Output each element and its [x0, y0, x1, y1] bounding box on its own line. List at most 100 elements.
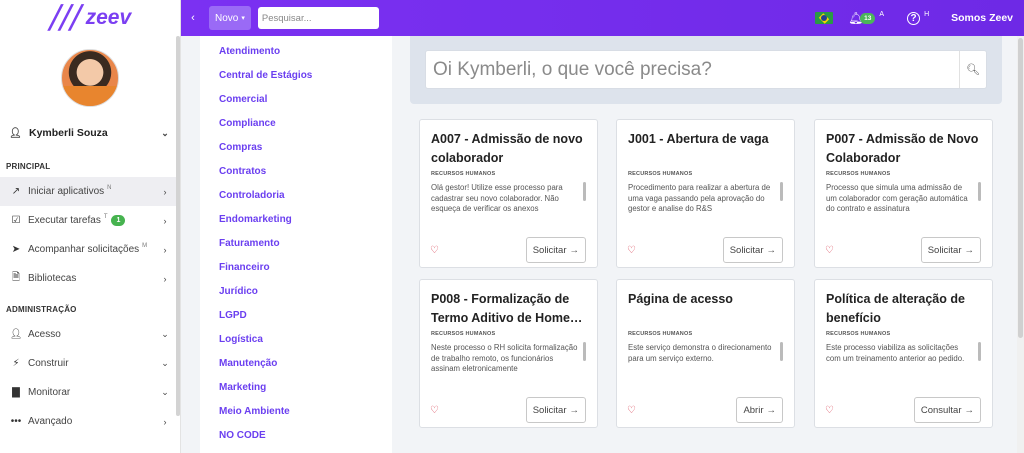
card-department: RECURSOS HUMANOS	[431, 171, 496, 177]
category-item[interactable]: Atendimento	[200, 40, 392, 64]
page-scrollbar[interactable]	[1017, 36, 1024, 453]
service-search: 🔍︎	[425, 50, 987, 89]
card-action-button[interactable]: Solicitar →	[722, 237, 783, 263]
favorite-heart-icon[interactable]: ♡	[825, 245, 834, 256]
brazil-flag-icon[interactable]	[815, 12, 834, 24]
notification-count-badge: 13	[860, 12, 876, 24]
service-card[interactable]: Política de alteração de benefício RECUR…	[814, 279, 993, 428]
sidebar-item-bibliotecas[interactable]: 🗎︎ Bibliotecas ›	[0, 264, 180, 293]
sidebar-item-label: Bibliotecas	[28, 273, 77, 284]
card-title: J001 - Abertura de vaga	[628, 132, 769, 146]
category-item[interactable]: Manutenção	[200, 352, 392, 376]
bolt-icon: ⚡︎	[12, 358, 20, 369]
chevron-right-icon: ›	[163, 244, 167, 255]
arrow-right-icon: →	[569, 244, 580, 256]
card-description: Procedimento para realizar a abertura de…	[628, 183, 771, 214]
chevron-down-icon: ⌄	[161, 329, 169, 339]
service-card[interactable]: A007 - Admissão de novo colaborador RECU…	[419, 119, 598, 268]
sidebar-item-acompanhar-solicitacoes[interactable]: ➤ Acompanhar solicitações M ›	[0, 235, 180, 264]
sidebar-item-label: Monitorar	[28, 387, 71, 398]
global-search-input[interactable]	[257, 7, 379, 29]
category-item[interactable]: Financeiro	[200, 256, 392, 280]
description-scrollbar[interactable]	[583, 182, 586, 201]
rocket-icon: ↗	[11, 186, 21, 197]
section-principal: PRINCIPAL	[6, 162, 51, 171]
sidebar-item-monitorar[interactable]: ▇ Monitorar ⌄	[0, 378, 180, 407]
novo-button[interactable]: Novo ▾	[209, 6, 251, 30]
category-item[interactable]: Controladoria	[200, 184, 392, 208]
chevron-right-icon: ›	[163, 186, 167, 197]
card-description: Neste processo o RH solicita formalizaçã…	[431, 343, 578, 374]
description-scrollbar[interactable]	[978, 182, 981, 201]
description-scrollbar[interactable]	[780, 182, 783, 201]
card-description: Processo que simula uma admissão de um c…	[826, 183, 968, 214]
card-action-button[interactable]: Abrir →	[736, 397, 783, 423]
card-department: RECURSOS HUMANOS	[826, 171, 891, 177]
favorite-heart-icon[interactable]: ♡	[627, 245, 636, 256]
collapse-sidebar-icon[interactable]: ‹	[182, 12, 204, 24]
service-card[interactable]: Página de acesso RECURSOS HUMANOS Este s…	[616, 279, 795, 428]
card-action-button[interactable]: Solicitar →	[920, 237, 981, 263]
favorite-heart-icon[interactable]: ♡	[430, 245, 439, 256]
help-icon[interactable]: ?	[907, 11, 921, 25]
service-card[interactable]: P008 - Formalização de Termo Aditivo de …	[419, 279, 598, 428]
favorite-heart-icon[interactable]: ♡	[430, 405, 439, 416]
description-scrollbar[interactable]	[978, 342, 981, 361]
category-item[interactable]: Jurídico	[200, 280, 392, 304]
user-menu[interactable]: 👤︎ Kymberli Souza ⌄	[0, 122, 180, 144]
section-administracao: ADMINISTRAÇÃO	[6, 305, 77, 314]
category-item[interactable]: Comercial	[200, 88, 392, 112]
favorite-heart-icon[interactable]: ♡	[825, 405, 834, 416]
sidebar-item-construir[interactable]: ⚡︎ Construir ⌄	[0, 349, 180, 378]
card-department: RECURSOS HUMANOS	[628, 171, 693, 177]
card-title: Página de acesso	[628, 292, 733, 306]
sidebar-item-acesso[interactable]: 👤︎ Acesso ⌄	[0, 320, 180, 349]
category-item[interactable]: Logística	[200, 328, 392, 352]
card-description: Este serviço demonstra o direcionamento …	[628, 343, 772, 363]
document-icon: 🗎︎	[11, 272, 21, 283]
service-search-input[interactable]	[426, 51, 959, 88]
category-item[interactable]: NO CODE	[200, 424, 392, 448]
shortcut-hint: N	[107, 185, 112, 191]
avatar[interactable]	[61, 49, 119, 107]
service-card[interactable]: J001 - Abertura de vaga RECURSOS HUMANOS…	[616, 119, 795, 268]
category-item[interactable]: Compras	[200, 136, 392, 160]
search-icon[interactable]: 🔍︎	[959, 51, 986, 88]
org-name[interactable]: Somos Zeev	[951, 12, 1013, 24]
chevron-right-icon: ›	[163, 215, 167, 226]
card-description: Olá gestor! Utilize esse processo para c…	[431, 183, 563, 214]
card-action-button[interactable]: Solicitar →	[525, 237, 586, 263]
card-title: P007 - Admissão de Novo Colaborador	[826, 132, 979, 165]
category-item[interactable]: Central de Estágios	[200, 64, 392, 88]
category-item[interactable]: Contratos	[200, 160, 392, 184]
category-item[interactable]: Faturamento	[200, 232, 392, 256]
chevron-right-icon: ›	[163, 416, 167, 427]
chevron-right-icon: ›	[163, 273, 167, 284]
category-item[interactable]: Endomarketing	[200, 208, 392, 232]
top-bar: ‹ Novo ▾ 🔔︎ 13 A ? H Somos Zeev	[181, 0, 1024, 36]
description-scrollbar[interactable]	[583, 342, 586, 361]
send-icon: ➤	[11, 244, 21, 255]
sidebar-item-label: Executar tarefas	[28, 215, 101, 226]
sidebar-scrollbar[interactable]	[176, 36, 180, 416]
category-item[interactable]: Meio Ambiente	[200, 400, 392, 424]
card-action-button[interactable]: Solicitar →	[525, 397, 586, 423]
category-item[interactable]: LGPD	[200, 304, 392, 328]
description-scrollbar[interactable]	[780, 342, 783, 361]
service-card[interactable]: P007 - Admissão de Novo Colaborador RECU…	[814, 119, 993, 268]
favorite-heart-icon[interactable]: ♡	[627, 405, 636, 416]
sidebar-item-iniciar-aplicativos[interactable]: ↗ Iniciar aplicativos N ›	[0, 177, 180, 206]
sidebar-item-executar-tarefas[interactable]: ☑ Executar tarefas T 1 ›	[0, 206, 180, 235]
card-title: A007 - Admissão de novo colaborador	[431, 132, 583, 165]
arrow-right-icon: →	[964, 244, 975, 256]
card-department: RECURSOS HUMANOS	[826, 331, 891, 337]
arrow-right-icon: →	[766, 244, 777, 256]
sidebar-item-label: Avançado	[28, 416, 73, 427]
user-icon: 👤︎	[9, 127, 22, 139]
category-item[interactable]: Marketing	[200, 376, 392, 400]
card-action-button[interactable]: Consultar →	[913, 397, 981, 423]
category-item[interactable]: Compliance	[200, 112, 392, 136]
page-scrollbar-thumb[interactable]	[1018, 38, 1023, 338]
sidebar-item-avancado[interactable]: ••• Avançado ›	[0, 407, 180, 436]
logo[interactable]: ╱╱╱ zeev	[0, 0, 180, 36]
